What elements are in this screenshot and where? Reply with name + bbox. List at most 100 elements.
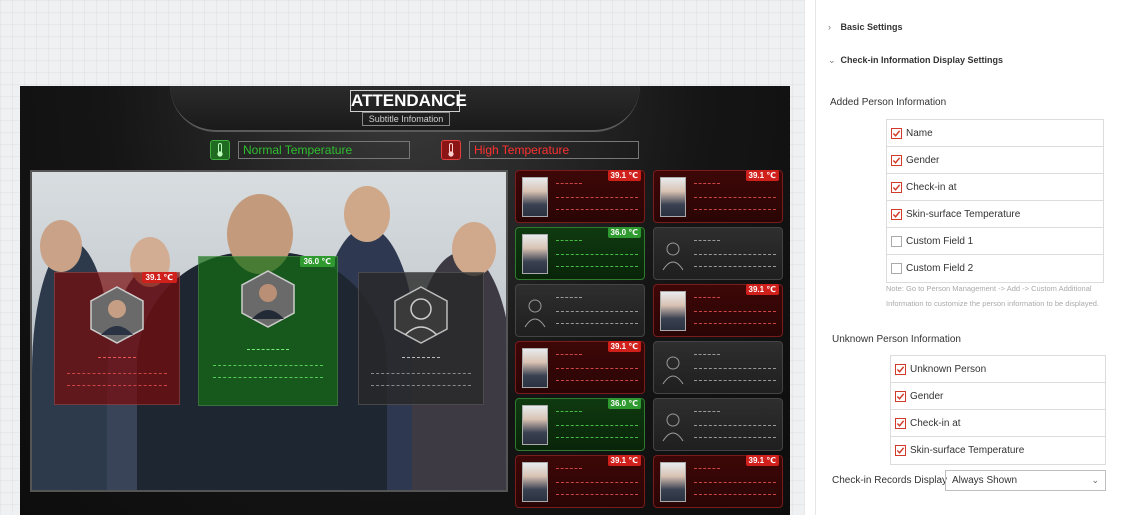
person-head [344,186,390,242]
added-person-info-label: Added Person Information [830,97,947,108]
info-placeholder [694,240,720,241]
face-hexagon-icon [241,270,295,328]
checkbox-checked-icon[interactable] [895,417,906,429]
info-placeholder [371,385,471,386]
checkin-record-card[interactable]: 39.1 ℃ [653,284,783,337]
name-placeholder [402,357,440,358]
records-display-select[interactable]: Always Shown ⌄ [945,470,1106,491]
info-placeholder [694,368,776,369]
info-placeholder [556,354,582,355]
info-placeholder [556,311,638,312]
info-placeholder [556,411,582,412]
checkin-record-card[interactable]: 39.1 ℃ [515,455,645,508]
info-placeholder [556,266,638,267]
info-placeholder [556,297,582,298]
option-row[interactable]: Check-in at [887,174,1103,201]
info-placeholder [694,380,776,381]
checkbox-checked-icon[interactable] [891,208,902,220]
checkbox-checked-icon[interactable] [895,445,906,456]
person-photo-thumbnail [660,462,686,502]
checkin-record-card[interactable] [653,341,783,394]
normal-temperature-label[interactable]: Normal Temperature [238,141,410,159]
face-card-unknown[interactable] [358,272,484,405]
face-card-normal[interactable]: 36.0 ℃ [198,256,338,406]
info-placeholder [694,254,776,255]
person-photo-thumbnail [660,177,686,217]
option-label: Custom Field 1 [906,235,974,247]
option-label: Check-in at [906,181,957,193]
info-placeholder [694,209,776,210]
checkin-record-card[interactable]: 36.0 ℃ [515,227,645,280]
info-placeholder [556,183,582,184]
option-row[interactable]: Custom Field 1 [887,228,1103,255]
info-placeholder [694,311,776,312]
checkin-record-card[interactable]: 39.1 ℃ [515,341,645,394]
face-card-high[interactable]: 39.1 ℃ [54,272,180,405]
checkbox-checked-icon[interactable] [891,154,902,166]
custom-field-note: Note: Go to Person Management -> Add -> … [886,284,1100,308]
unknown-person-options: Unknown Person Gender Check-in at Skin-surf… [890,355,1106,465]
basic-settings-label: Basic Settings [840,22,903,32]
checkin-display-label: Check-in Information Display Settings [840,55,1004,65]
option-row[interactable]: Gender [887,147,1103,174]
temperature-badge: 36.0 ℃ [299,256,335,267]
person-photo-thumbnail [660,291,686,331]
checkin-record-card[interactable] [515,284,645,337]
checkin-records-grid: 39.1 ℃ 39.1 ℃ 36.0 ℃ 39.1 ℃ 39.1 ℃ 36.0 ℃ 39.1… [515,170,783,508]
unknown-person-icon [660,405,686,445]
name-placeholder [247,349,289,350]
option-row[interactable]: Name [887,120,1103,147]
info-placeholder [694,437,776,438]
person-photo-thumbnail [522,405,548,445]
temperature-badge: 39.1 ℃ [745,170,779,181]
checkbox-checked-icon[interactable] [895,390,906,402]
checkin-record-card[interactable]: 39.1 ℃ [515,170,645,223]
option-label: Gender [906,154,940,166]
checkin-record-card[interactable]: 39.1 ℃ [653,170,783,223]
normal-temperature-text: Normal Temperature [243,143,353,157]
unknown-person-icon [522,291,548,331]
info-placeholder [556,209,638,210]
high-temperature-label[interactable]: High Temperature [469,141,639,159]
checkin-record-card[interactable]: 36.0 ℃ [515,398,645,451]
info-placeholder [556,254,638,255]
option-row[interactable]: Custom Field 2 [887,255,1103,282]
info-placeholder [556,197,638,198]
basic-settings-section[interactable]: › Basic Settings [828,22,903,32]
attendance-screen-preview: ATTENDANCE Subtitle Infomation Normal Te… [20,86,790,515]
info-placeholder [556,482,638,483]
option-row[interactable]: Skin-surface Temperature [891,437,1105,464]
unknown-person-info-label: Unknown Person Information [832,334,961,345]
checkbox-unchecked-icon[interactable] [891,263,902,274]
checkin-record-card[interactable]: 39.1 ℃ [653,455,783,508]
unknown-face-icon [394,286,448,344]
records-display-value: Always Shown [952,475,1018,486]
checkbox-unchecked-icon[interactable] [891,235,902,247]
chevron-right-icon: › [828,22,831,32]
checkbox-checked-icon[interactable] [895,363,906,375]
option-label: Name [906,127,933,139]
option-row[interactable]: Skin-surface Temperature [887,201,1103,228]
checkin-record-card[interactable] [653,227,783,280]
info-placeholder [67,373,167,374]
option-row[interactable]: Unknown Person [891,356,1105,383]
background-photo: 39.1 ℃ 36.0 ℃ [30,170,508,492]
face-hexagon-icon [90,286,144,344]
person-head [452,222,496,276]
info-placeholder [212,377,324,378]
info-placeholder [556,468,582,469]
info-placeholder [556,368,638,369]
option-row[interactable]: Check-in at [891,410,1105,437]
option-row[interactable]: Gender [891,383,1105,410]
info-placeholder [694,323,776,324]
checkin-display-section[interactable]: ⌄ Check-in Information Display Settings [828,55,1003,66]
checkin-record-card[interactable] [653,398,783,451]
temperature-badge: 36.0 ℃ [607,398,641,409]
screen-subtitle[interactable]: Subtitle Infomation [362,112,450,126]
unknown-person-icon [660,234,686,274]
info-placeholder [694,197,776,198]
checkbox-checked-icon[interactable] [891,127,902,139]
screen-title[interactable]: ATTENDANCE [350,90,467,112]
checkbox-checked-icon[interactable] [891,181,902,193]
normal-thermometer-icon [210,140,230,160]
